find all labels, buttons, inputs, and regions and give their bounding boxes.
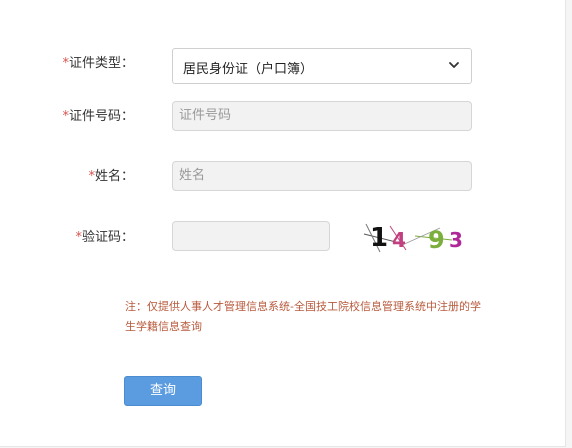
- captcha-char: 9: [428, 226, 445, 254]
- id-number-input[interactable]: 证件号码: [172, 101, 472, 131]
- id-type-selected-value: 居民身份证（户口簿）: [183, 62, 314, 77]
- captcha-char: 1: [370, 223, 388, 253]
- query-button[interactable]: 查询: [124, 376, 202, 406]
- captcha-char: 3: [449, 228, 463, 252]
- notice-text: 注：仅提供人事人才管理信息系统-全国技工院校信息管理系统中注册的学生学籍信息查询: [125, 300, 481, 333]
- id-type-label: *证件类型：: [62, 56, 134, 71]
- chevron-down-icon: [449, 62, 459, 68]
- captcha-input[interactable]: [172, 221, 330, 251]
- captcha-image[interactable]: 1 4 9 3: [360, 220, 470, 254]
- query-form-panel: *证件类型： 居民身份证（户口簿） *证件号码： 证件号码 *姓名： 姓名 *验…: [0, 0, 566, 447]
- id-type-select[interactable]: 居民身份证（户口簿）: [172, 48, 472, 84]
- id-number-label: *证件号码：: [62, 109, 134, 124]
- name-input[interactable]: 姓名: [172, 161, 472, 191]
- captcha-label: *验证码：: [75, 230, 134, 245]
- captcha-char: 4: [392, 228, 406, 252]
- name-label: *姓名：: [88, 169, 134, 184]
